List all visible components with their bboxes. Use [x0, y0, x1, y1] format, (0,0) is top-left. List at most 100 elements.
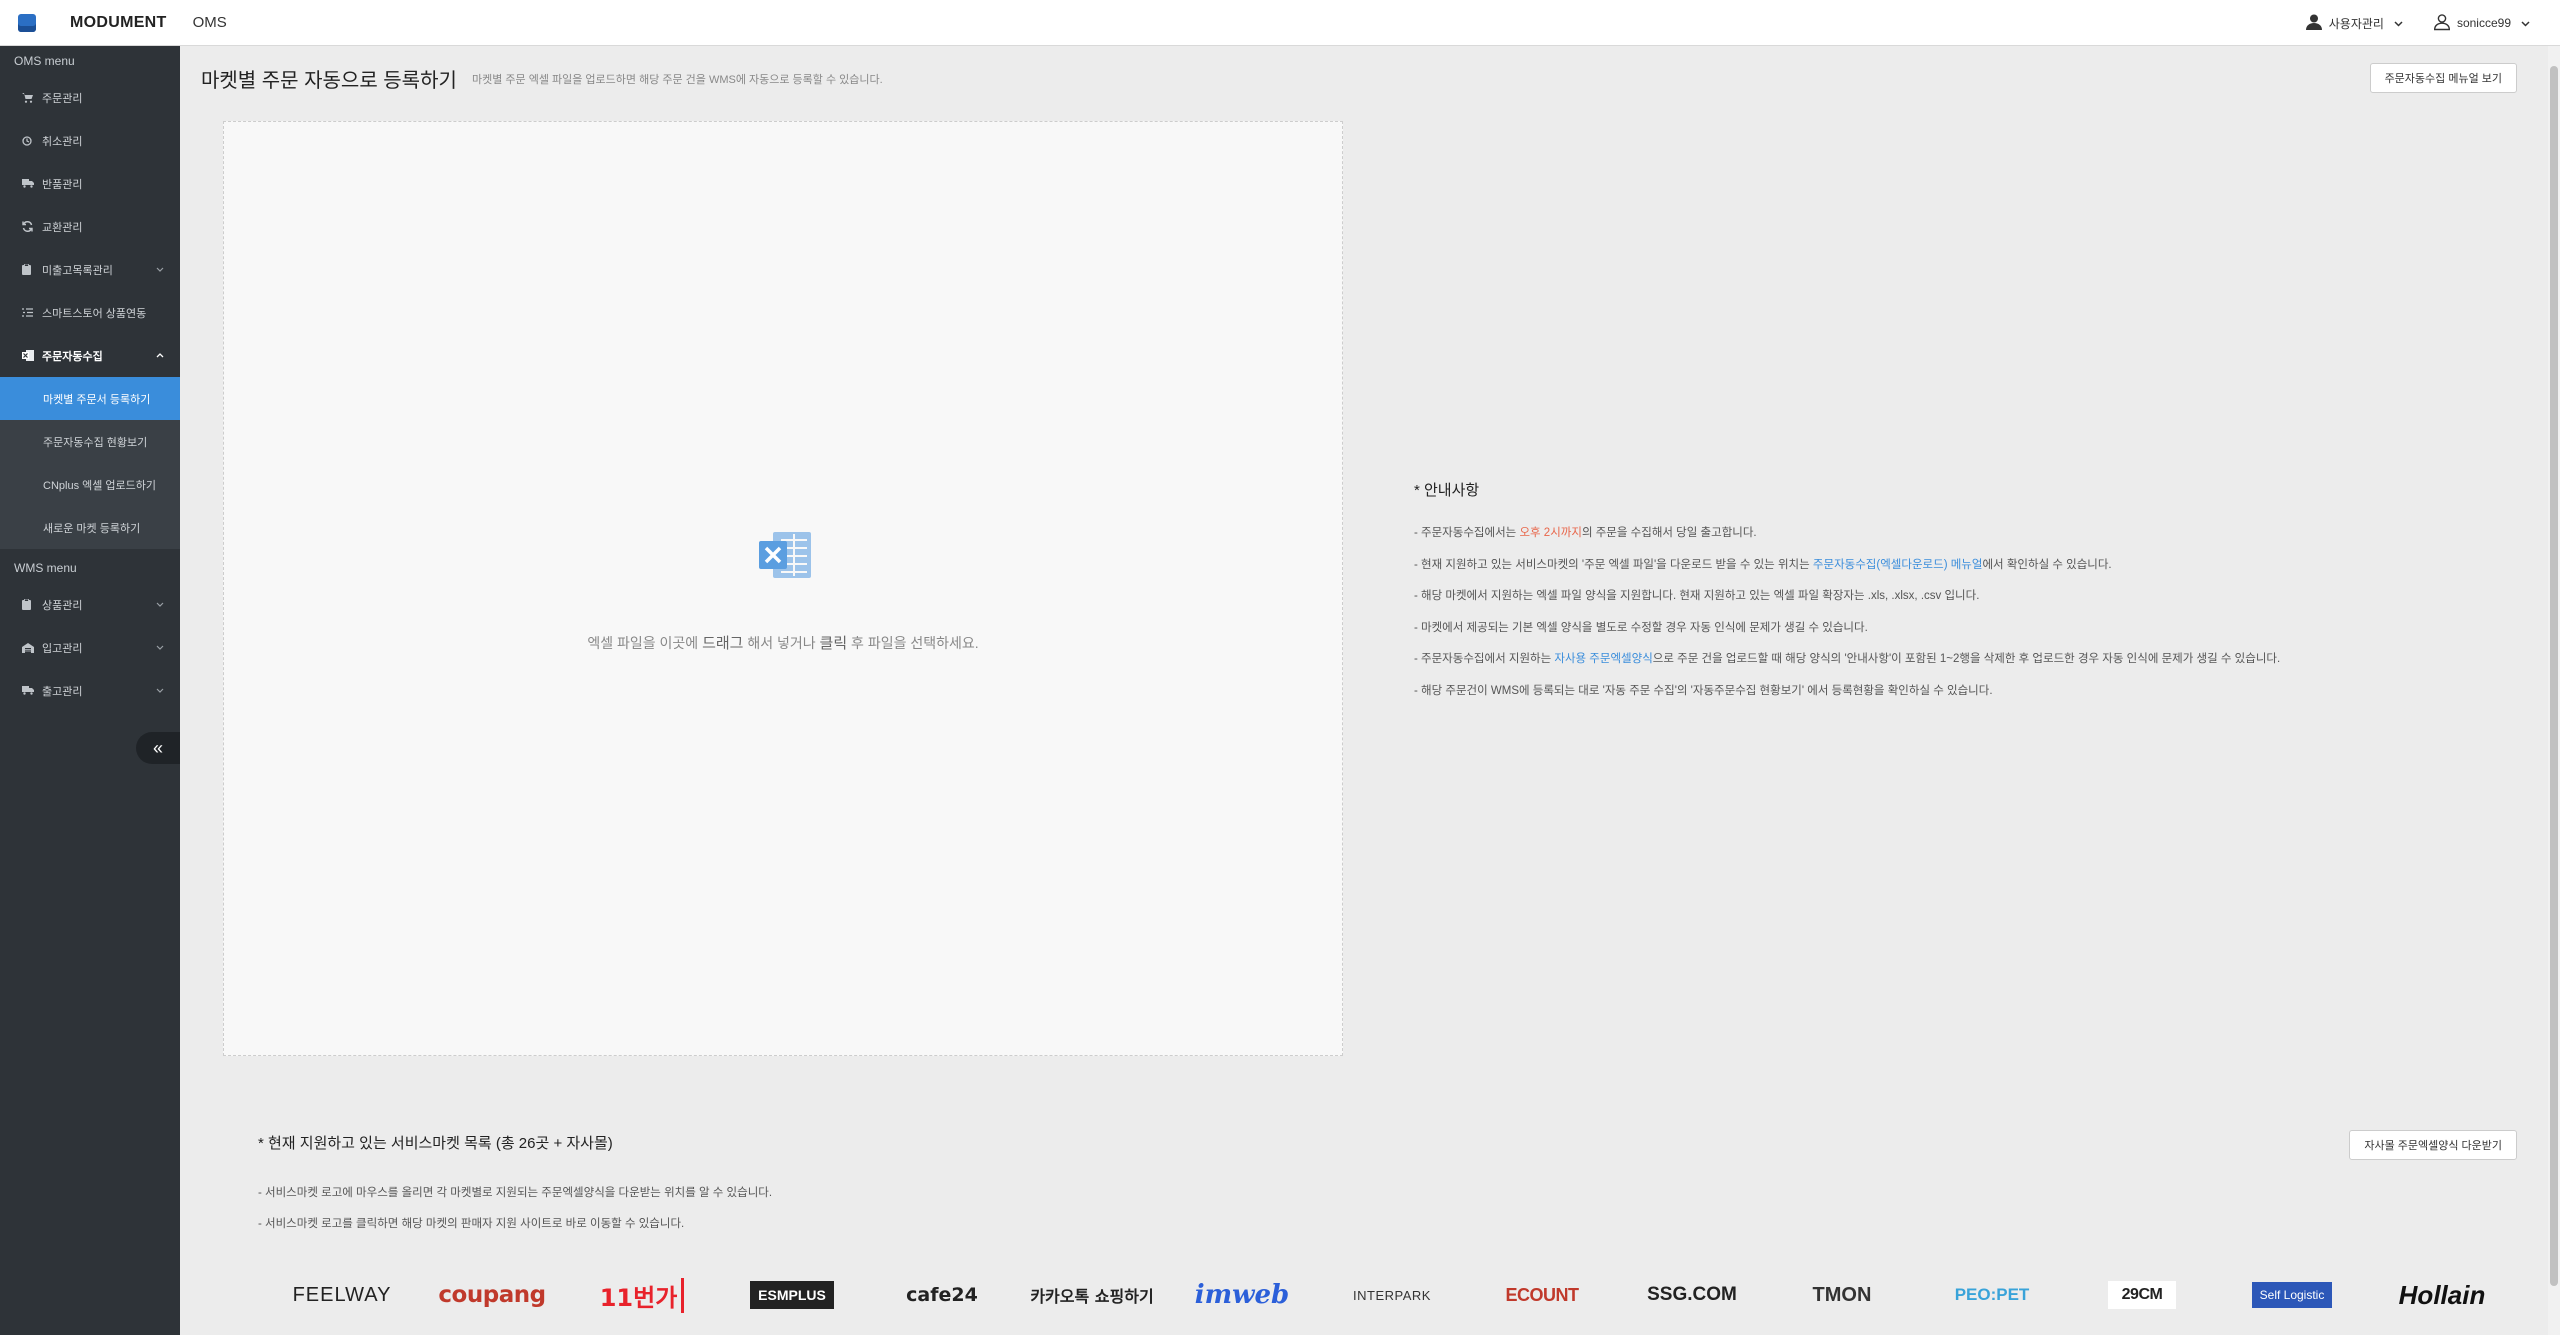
sidebar: OMS menu 주문관리 취소관리 반품관리 교환관리 미출고목록관리 스마트…: [0, 46, 180, 1335]
page-title: 마켓별 주문 자동으로 등록하기: [201, 70, 457, 92]
market-logo-ecount[interactable]: ECOUNT: [1472, 1276, 1612, 1314]
market-logo-11st[interactable]: 11번가: [572, 1276, 712, 1314]
user-admin-menu[interactable]: 사용자관리: [2305, 13, 2403, 34]
notice-line: - 현재 지원하고 있는 서비스마켓의 '주문 엑셀 파일'을 다운로드 받을 …: [1414, 555, 2280, 587]
logo-text: PEO:PET: [1954, 1285, 2030, 1304]
scrollbar-thumb[interactable]: [2550, 66, 2558, 1286]
market-logo-coupang[interactable]: coupang: [422, 1276, 562, 1314]
sidebar-item-return[interactable]: 반품관리: [0, 162, 180, 205]
truck-icon: [22, 179, 42, 188]
chevron-down-icon: [2394, 16, 2403, 30]
market-logo-hollain[interactable]: Hollain: [2372, 1276, 2512, 1314]
logo-text: imweb: [1194, 1280, 1290, 1310]
user-solid-icon: [2305, 13, 2323, 34]
file-dropzone[interactable]: 엑셀 파일을 이곳에 드래그 해서 넣거나 클릭 후 파일을 선택하세요.: [223, 121, 1343, 1056]
markets-title: * 현재 지원하고 있는 서비스마켓 목록 (총 26곳 + 자사몰): [258, 1135, 613, 1152]
sidebar-item-cancel[interactable]: 취소관리: [0, 119, 180, 162]
dropzone-text-3: 후 파일을 선택하세요.: [847, 635, 979, 651]
sidebar-subitem-cnplus-upload[interactable]: CNplus 엑셀 업로드하기: [0, 463, 180, 506]
logo-text: INTERPARK: [1353, 1287, 1431, 1303]
market-logo-ssg[interactable]: SSG.COM: [1622, 1276, 1762, 1314]
market-logo-tmon[interactable]: TMON: [1772, 1276, 1912, 1314]
sidebar-item-unshipped[interactable]: 미출고목록관리: [0, 248, 180, 291]
logo-text: cafe24: [906, 1284, 978, 1306]
logo-text: 29CM: [2107, 1281, 2177, 1309]
truck-icon: [22, 686, 42, 695]
dropzone-text-1: 엑셀 파일을 이곳에: [587, 635, 703, 651]
market-logo-peopet[interactable]: PEO:PET: [1922, 1276, 2062, 1314]
market-logo-29cm[interactable]: 29CM: [2072, 1276, 2212, 1314]
markets-description: - 서비스마켓 로고를 클릭하면 해당 마켓의 판매자 지원 사이트로 바로 이…: [258, 1218, 685, 1230]
sidebar-item-smartstore[interactable]: 스마트스토어 상품연동: [0, 291, 180, 334]
notice-panel: * 안내사항 - 주문자동수집에서는 오후 2시까지의 주문을 수집해서 당일 …: [1414, 479, 2280, 712]
sidebar-subitem-auto-collect-status[interactable]: 주문자동수집 현황보기: [0, 420, 180, 463]
refresh-icon: [22, 221, 42, 232]
market-logo-kakao[interactable]: 카카오톡 쇼핑하기: [1022, 1276, 1162, 1314]
own-mall-template-link[interactable]: 자사용 주문엑셀양식: [1554, 653, 1652, 665]
sidebar-item-label: 출고관리: [42, 685, 83, 698]
sidebar-item-label: 취소관리: [42, 135, 83, 148]
market-logo-interpark[interactable]: INTERPARK: [1322, 1276, 1462, 1314]
sidebar-item-label: 주문관리: [42, 92, 83, 105]
excel-icon: [22, 350, 42, 361]
manual-link[interactable]: 주문자동수집(엑셀다운로드) 메뉴얼: [1813, 559, 1983, 571]
download-template-button[interactable]: 자사몰 주문엑셀양식 다운받기: [2349, 1130, 2517, 1160]
notice-line: - 마켓에서 제공되는 기본 엑셀 양식을 별도로 수정할 경우 자동 인식에 …: [1414, 621, 1868, 634]
logo-text: coupang: [438, 1282, 546, 1308]
notice-line: - 해당 주문건이 WMS에 등록되는 대로 '자동 주문 수집'의 '자동주문…: [1414, 684, 1993, 697]
notice-text: 에서 확인하실 수 있습니다.: [1982, 558, 2112, 571]
warehouse-icon: [22, 642, 42, 653]
sidebar-collapse-button[interactable]: «: [136, 732, 180, 764]
market-logo-feelway[interactable]: FEELWAY: [272, 1276, 412, 1314]
sidebar-item-inbound[interactable]: 입고관리: [0, 626, 180, 669]
market-logo-imweb[interactable]: imweb: [1172, 1276, 1312, 1314]
dropzone-text-2: 해서 넣거나: [743, 635, 820, 651]
notice-line: - 해당 마켓에서 지원하는 엑셀 파일 양식을 지원합니다. 현재 지원하고 …: [1414, 590, 1980, 602]
sidebar-item-label: 입고관리: [42, 642, 83, 655]
sidebar-item-label: 미출고목록관리: [42, 264, 113, 277]
sidebar-subitem-market-order-register[interactable]: 마켓별 주문서 등록하기: [0, 377, 180, 420]
excel-file-icon: [759, 532, 811, 583]
market-logo-row: FEELWAY coupang 11번가 ESMPLUS cafe24 카카오톡…: [180, 1276, 2548, 1316]
double-chevron-left-icon: «: [152, 737, 163, 758]
sidebar-item-orders[interactable]: 주문관리: [0, 76, 180, 119]
page-scrollbar[interactable]: [2548, 46, 2560, 1335]
dropzone-text-click: 클릭: [819, 635, 848, 652]
notice-text: 으로 주문 건을 업로드할 때 해당 양식의 '안내사항'이 포함된 1~2행을…: [1652, 653, 2281, 665]
top-navbar: MODUMENT OMS 사용자관리 sonicce99: [0, 0, 2560, 46]
logo-text: SSG.COM: [1647, 1284, 1737, 1305]
sidebar-item-outbound[interactable]: 출고관리: [0, 669, 180, 712]
notice-text: - 현재 지원하고 있는 서비스마켓의 '주문 엑셀 파일'을 다운로드 받을 …: [1414, 558, 1813, 571]
sidebar-item-products[interactable]: 상품관리: [0, 583, 180, 626]
sidebar-item-exchange[interactable]: 교환관리: [0, 205, 180, 248]
account-menu[interactable]: sonicce99: [2433, 13, 2530, 34]
market-logo-esmplus[interactable]: ESMPLUS: [722, 1276, 862, 1314]
notice-text: - 주문자동수집에서 지원하는: [1414, 653, 1555, 665]
chevron-down-icon: [2521, 16, 2530, 30]
chevron-up-icon: [156, 350, 164, 361]
sidebar-item-label: 교환관리: [42, 221, 83, 234]
chevron-down-icon: [156, 642, 164, 653]
market-logo-cafe24[interactable]: cafe24: [872, 1276, 1012, 1314]
app-name[interactable]: OMS: [193, 14, 227, 31]
notice-text: - 주문자동수집에서는: [1414, 527, 1520, 539]
sidebar-item-auto-collect[interactable]: 주문자동수집: [0, 334, 180, 377]
dropzone-text-drag: 드래그: [702, 635, 744, 652]
sidebar-subitem-new-market[interactable]: 새로운 마켓 등록하기: [0, 506, 180, 549]
market-logo-self-logistic[interactable]: Self Logistic: [2222, 1276, 2362, 1314]
logo-text: ECOUNT: [1505, 1284, 1580, 1305]
logo-text: 카카오톡 쇼핑하기: [1030, 1287, 1154, 1306]
markets-description: - 서비스마켓 로고에 마우스를 올리면 각 마켓별로 지원되는 주문엑셀양식을…: [258, 1187, 773, 1199]
logo-text: Hollain: [2398, 1279, 2486, 1310]
app-logo-icon[interactable]: [18, 13, 36, 32]
notice-text: 의 주문을 수집해서 당일 출고합니다.: [1581, 527, 1757, 539]
logo-text: TMON: [1812, 1283, 1872, 1306]
logo-text: ESMPLUS: [750, 1281, 834, 1309]
brand-name[interactable]: MODUMENT: [70, 14, 167, 32]
logo-text: Self Logistic: [2251, 1282, 2333, 1308]
view-manual-button[interactable]: 주문자동수집 메뉴얼 보기: [2369, 63, 2517, 93]
notice-line: - 주문자동수집에서 지원하는 자사용 주문엑셀양식으로 주문 건을 업로드할 …: [1414, 649, 2280, 681]
list-icon: [22, 308, 42, 317]
sidebar-section-wms: WMS menu: [14, 561, 77, 575]
notice-highlight: 오후 2시까지: [1519, 527, 1582, 539]
